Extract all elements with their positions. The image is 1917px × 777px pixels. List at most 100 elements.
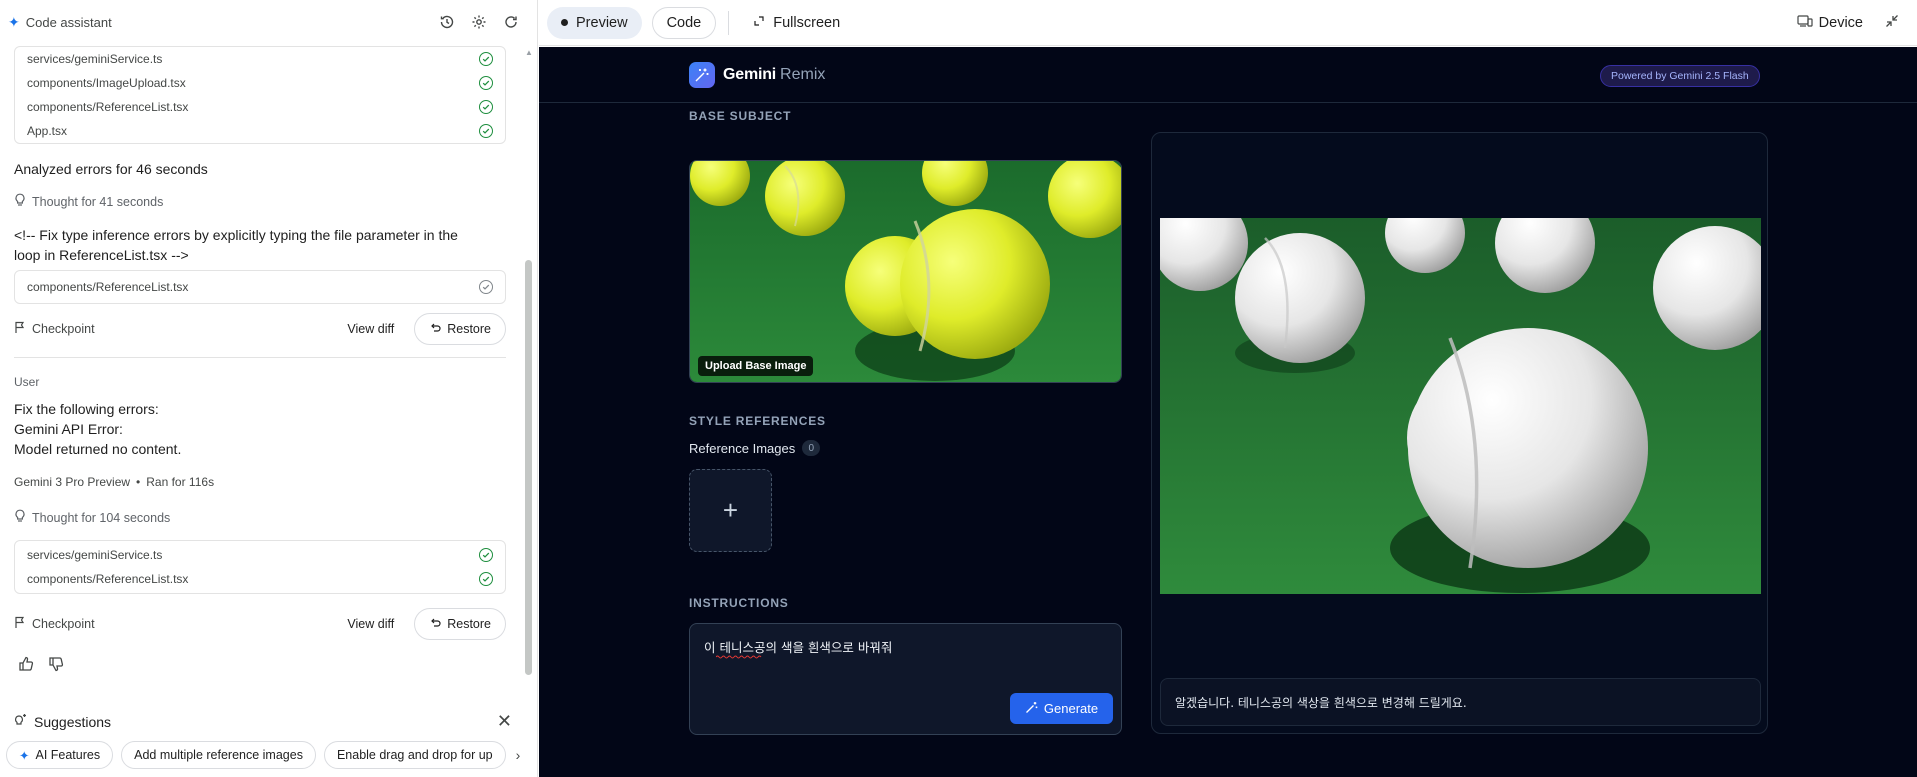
file-row[interactable]: components/ReferenceList.tsx [15,275,505,299]
checkpoint: Checkpoint [14,616,95,632]
preview-toolbar: Preview Code Fullscreen Device [539,0,1917,46]
powered-by-badge: Powered by Gemini 2.5 Flash [1600,65,1760,87]
divider [14,357,506,358]
check-circle-icon [479,124,493,138]
file-row[interactable]: services/geminiService.ts [15,47,505,71]
brand-name: Gemini [723,66,777,83]
assistant-response: 알겠습니다. 테니스공의 색상을 흰색으로 변경해 드릴게요. [1160,678,1761,726]
feedback-buttons [18,656,64,677]
app-header: Gemini Remix Powered by Gemini 2.5 Flash [539,47,1917,103]
restore-button[interactable]: Restore [414,608,506,640]
wand-icon [1025,701,1038,717]
lightbulb-icon [14,509,26,526]
restore-button[interactable]: Restore [414,313,506,345]
panel-header: ✦ Code assistant [0,0,537,44]
file-row[interactable]: components/ImageUpload.tsx [15,71,505,95]
fullscreen-label: Fullscreen [773,14,841,31]
suggestion-sparkle-icon [14,713,28,730]
history-icon[interactable] [438,13,456,31]
thought-summary[interactable]: Thought for 41 seconds [14,193,163,210]
thought-text: Thought for 104 seconds [32,510,171,525]
user-role-label: User [14,375,39,389]
suggestion-chip[interactable]: ✦ AI Features [6,741,114,769]
code-tab[interactable]: Code [651,6,717,39]
preview-label: Preview [576,14,628,31]
model-run-info: Gemini 3 Pro Preview • Ran for 116s [14,475,214,489]
reference-images-label: Reference Images 0 [689,440,821,456]
thumbs-up-icon[interactable] [18,656,34,677]
instructions-textarea[interactable]: 이 테니스공의 색을 흰색으로 바꿔줘 Generate [689,623,1122,735]
file-row[interactable]: App.tsx [15,119,505,143]
suggestion-chip[interactable]: Enable drag and drop for up [323,741,506,769]
plus-icon: + [722,495,739,525]
result-panel: 알겠습니다. 테니스공의 색상을 흰색으로 변경해 드릴게요. [1151,132,1768,734]
reference-images-text: Reference Images [689,440,796,456]
file-name: services/geminiService.ts [27,52,163,66]
checkpoint-label: Checkpoint [32,617,95,631]
suggestions-title: Suggestions [34,713,112,730]
view-diff-button[interactable]: View diff [347,617,394,631]
device-icon [1797,14,1813,32]
restore-label: Restore [447,617,491,631]
scrollbar-thumb[interactable] [525,260,532,675]
changed-files-list: services/geminiService.ts components/Ima… [14,46,506,144]
instructions-heading: INSTRUCTIONS [689,596,789,610]
file-row[interactable]: components/ReferenceList.tsx [15,95,505,119]
wand-sparkle-icon [689,62,715,88]
thumbs-down-icon[interactable] [48,656,64,677]
separator-dot: • [136,475,141,489]
brand-suffix: Remix [780,66,826,83]
close-icon[interactable]: ✕ [497,711,512,732]
file-name: services/geminiService.ts [27,548,163,562]
check-circle-icon [479,76,493,90]
suggestions-header: Suggestions ✕ [14,711,512,732]
settings-icon[interactable] [470,13,488,31]
style-references-heading: STYLE REFERENCES [689,414,826,428]
comment-line: <!-- Fix type inference errors by explic… [14,227,458,243]
analyzed-status: Analyzed errors for 46 seconds [14,161,208,177]
expand-icon [753,15,765,31]
code-label: Code [666,14,702,31]
file-row[interactable]: components/ReferenceList.tsx [15,567,505,591]
check-circle-icon [479,572,493,586]
suggestion-chip[interactable]: Add multiple reference images [121,741,316,769]
device-button[interactable]: Device [1797,14,1863,32]
preview-tab[interactable]: Preview [547,6,642,39]
checkpoint-label: Checkpoint [32,322,95,336]
toolbar-divider [728,10,730,35]
check-circle-icon [479,52,493,66]
checkpoint-row: Checkpoint View diff Restore [14,313,506,345]
refresh-icon[interactable] [502,13,520,31]
view-diff-button[interactable]: View diff [347,322,394,336]
result-image[interactable] [1160,218,1761,594]
user-label: User [14,375,40,389]
collapse-arrows-icon[interactable] [1885,14,1899,32]
code-assistant-panel: ✦ Code assistant services/geminiService.… [0,0,538,777]
file-name: components/ReferenceList.tsx [27,572,189,586]
check-circle-icon [479,100,493,114]
restore-label: Restore [447,322,491,336]
suggestion-chips: ✦ AI Features Add multiple reference imag… [6,741,526,769]
panel-title-text: Code assistant [25,14,112,30]
base-subject-image[interactable]: Upload Base Image [689,160,1122,383]
fullscreen-button[interactable]: Fullscreen [739,7,854,39]
device-label: Device [1818,14,1863,31]
generate-button[interactable]: Generate [1010,693,1113,724]
checkpoint: Checkpoint [14,321,95,337]
panel-title: ✦ Code assistant [8,14,112,31]
chip-label: AI Features [35,748,101,762]
comment-line: loop in ReferenceList.tsx --> [14,247,189,263]
add-reference-button[interactable]: + [689,469,772,552]
scroll-up-arrow-icon[interactable]: ▲ [525,48,533,57]
thought-summary[interactable]: Thought for 104 seconds [14,509,170,526]
sparkle-icon: ✦ [8,13,20,30]
upload-base-image-badge[interactable]: Upload Base Image [698,356,814,376]
run-duration: Ran for 116s [146,475,215,489]
file-row[interactable]: services/geminiService.ts [15,543,505,567]
chip-label: Enable drag and drop for up [336,748,493,762]
file-name: components/ReferenceList.tsx [27,100,189,114]
user-message-line: Model returned no content. [14,441,182,457]
chevron-right-icon[interactable]: › [506,741,530,769]
tennis-balls-photo [690,161,1121,382]
user-message-line: Fix the following errors: [14,401,159,417]
